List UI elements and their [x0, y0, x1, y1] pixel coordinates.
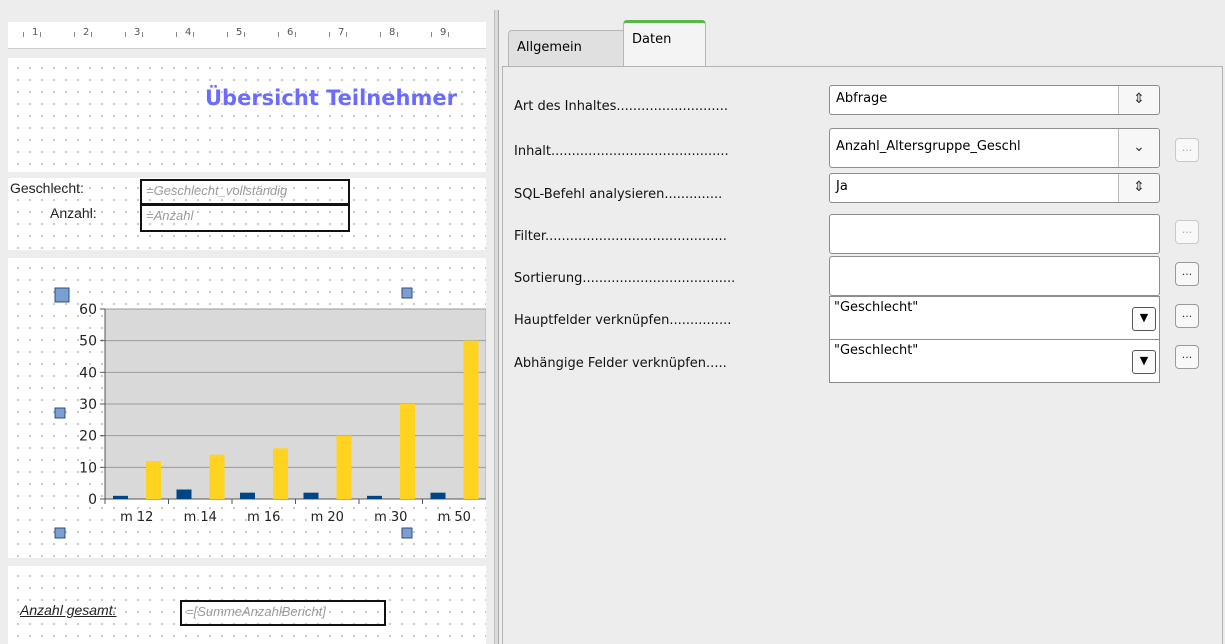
analyze-sql-select[interactable]: Ja ⇕ — [829, 173, 1160, 203]
ruler-tick-label: 1 — [32, 27, 39, 38]
report-designer: 1 2 3 4 5 6 7 8 9 Übersicht Teilnehmer Geschlech… — [0, 0, 494, 644]
ruler-tick-label: 5 — [236, 27, 243, 38]
ruler-minor-tick — [74, 32, 75, 37]
y-tick-label: 20 — [79, 429, 97, 445]
y-tick-label: 60 — [79, 302, 97, 318]
report-title[interactable]: Übersicht Teilnehmer — [205, 86, 457, 110]
selection-handle — [54, 287, 70, 303]
ruler-tick-label: 4 — [185, 27, 192, 38]
sort-button[interactable]: ... — [1175, 262, 1199, 286]
slave-fields-button[interactable]: ... — [1175, 345, 1199, 369]
y-tick-label: 40 — [79, 365, 97, 381]
content-select[interactable]: Anzahl_Altersgruppe_Geschl ⌄ — [829, 128, 1160, 168]
sort-input[interactable] — [829, 256, 1160, 296]
label-total[interactable]: Anzahl gesamt: — [20, 602, 117, 618]
tab-general[interactable]: Allgemein — [508, 30, 626, 66]
analyze-sql-value: Ja — [836, 179, 848, 194]
x-tick-label: m 20 — [311, 510, 344, 525]
ruler-minor-tick — [244, 32, 245, 37]
field-gender[interactable]: =Geschlecht_vollständig — [140, 179, 350, 205]
bar — [113, 495, 128, 499]
content-browse-button[interactable]: ... — [1175, 138, 1199, 162]
bar — [367, 495, 382, 499]
ruler-minor-tick — [278, 32, 279, 37]
ruler-minor-tick — [448, 32, 449, 37]
ruler-tick-label: 6 — [287, 27, 294, 38]
chevron-down-icon[interactable]: ⌄ — [1118, 129, 1159, 167]
slave-fields-list[interactable]: "Geschlecht" ▼ — [829, 339, 1160, 383]
bar — [176, 489, 192, 499]
horizontal-ruler: 1 2 3 4 5 6 7 8 9 — [8, 22, 486, 49]
x-tick-label: m 50 — [438, 510, 471, 525]
master-fields-button[interactable]: ... — [1175, 304, 1199, 328]
ruler-minor-tick — [91, 32, 92, 37]
report-header-section[interactable] — [8, 58, 486, 172]
content-type-select[interactable]: Abfrage ⇕ — [829, 85, 1160, 115]
master-fields-list[interactable]: "Geschlecht" ▼ — [829, 296, 1160, 340]
bar — [209, 454, 225, 499]
selection-handle — [54, 527, 66, 539]
ruler-minor-tick — [40, 32, 41, 37]
y-tick-label: 30 — [79, 397, 97, 413]
dropdown-arrow-icon[interactable]: ▼ — [1132, 307, 1156, 331]
bar — [273, 448, 288, 499]
label-content-type: Art des Inhaltes........................… — [514, 99, 728, 114]
label-analyze-sql: SQL-Befehl analysieren.............. — [514, 187, 723, 202]
label-sort: Sortierung..............................… — [514, 271, 736, 286]
label-slave-fields: Abhängige Felder verknüpfen..... — [514, 356, 727, 371]
tab-data[interactable]: Daten — [623, 20, 706, 67]
spin-icon[interactable]: ⇕ — [1118, 174, 1159, 202]
ruler-minor-tick — [176, 32, 177, 37]
content-type-value: Abfrage — [836, 91, 888, 106]
content-value: Anzahl_Altersgruppe_Geschl — [836, 139, 1021, 154]
filter-button[interactable]: ... — [1175, 220, 1199, 244]
label-master-fields: Hauptfelder verknüpfen............... — [514, 313, 732, 328]
selection-handle — [54, 407, 66, 419]
ruler-minor-tick — [329, 32, 330, 37]
field-total[interactable]: =[SummeAnzahlBericht] — [180, 600, 386, 626]
ruler-minor-tick — [380, 32, 381, 37]
bar — [303, 492, 319, 499]
spin-icon[interactable]: ⇕ — [1118, 86, 1159, 114]
x-tick-label: m 16 — [247, 510, 280, 525]
label-gender[interactable]: Geschlecht: — [10, 180, 84, 196]
y-tick-label: 50 — [79, 334, 97, 350]
ruler-tick-label: 7 — [338, 27, 345, 38]
filter-input[interactable] — [829, 214, 1160, 254]
x-tick-label: m 12 — [120, 510, 153, 525]
bar — [240, 492, 255, 499]
selection-handle — [401, 287, 413, 299]
ruler-minor-tick — [397, 32, 398, 37]
ruler-minor-tick — [23, 32, 24, 37]
x-tick-label: m 30 — [374, 510, 407, 525]
label-content: Inhalt..................................… — [514, 144, 729, 159]
ruler-minor-tick — [346, 32, 347, 37]
bar — [146, 461, 161, 499]
label-filter: Filter..................................… — [514, 229, 727, 244]
ruler-minor-tick — [142, 32, 143, 37]
x-tick-label: m 14 — [184, 510, 217, 525]
selection-handle — [401, 527, 413, 539]
dropdown-arrow-icon[interactable]: ▼ — [1132, 350, 1156, 374]
ruler-minor-tick — [431, 32, 432, 37]
slave-fields-value: "Geschlecht" — [834, 343, 919, 358]
bar — [400, 404, 415, 499]
ruler-tick-label: 2 — [83, 27, 90, 38]
ruler-tick-label: 9 — [440, 27, 447, 38]
master-fields-value: "Geschlecht" — [834, 300, 919, 315]
chart[interactable]: 0 10 20 30 40 50 60 m 12 m 14 m 16 m 20 m 30 m 50 — [8, 258, 486, 558]
y-tick-label: 10 — [79, 460, 97, 476]
bar — [463, 340, 479, 499]
y-tick-label: 0 — [88, 492, 97, 508]
ruler-minor-tick — [193, 32, 194, 37]
ruler-minor-tick — [125, 32, 126, 37]
ruler-tick-label: 8 — [389, 27, 396, 38]
ruler-tick-label: 3 — [134, 27, 141, 38]
ruler-minor-tick — [227, 32, 228, 37]
bar — [336, 435, 352, 499]
bar — [430, 492, 446, 499]
label-count[interactable]: Anzahl: — [50, 205, 97, 221]
field-count[interactable]: =Anzahl — [140, 204, 350, 232]
ruler-minor-tick — [295, 32, 296, 37]
